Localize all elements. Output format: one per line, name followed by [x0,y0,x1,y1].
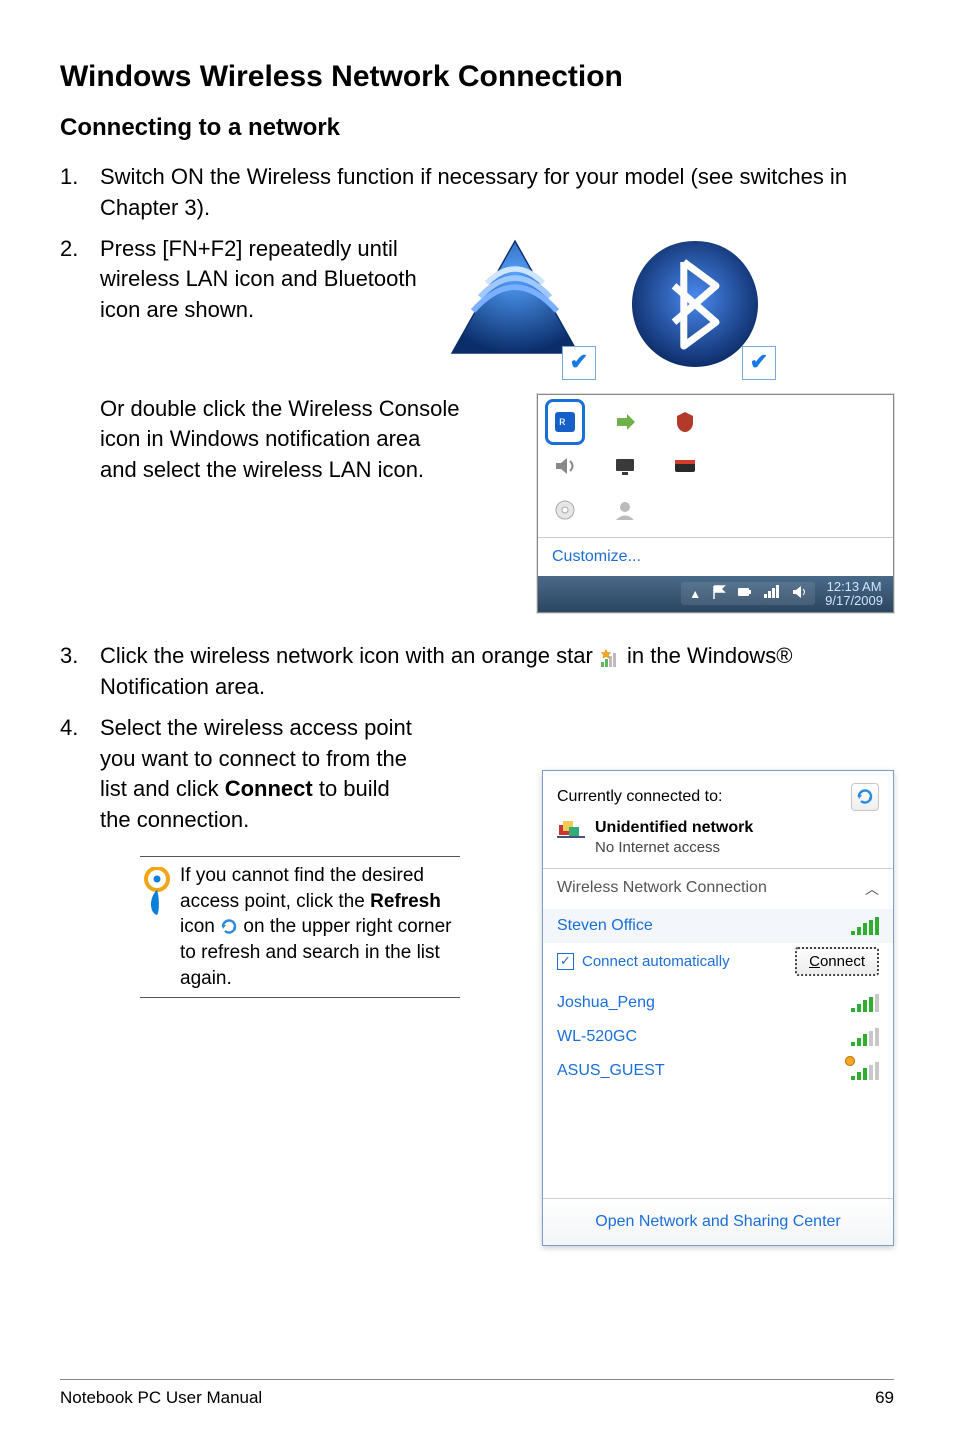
wifi-ap-item[interactable]: WL-520GC [543,1020,893,1054]
usb-tray-icon[interactable] [610,407,640,437]
signal-strength-icon [851,1028,879,1046]
step-3-text: Click the wireless network icon with an … [100,641,894,703]
connect-button[interactable]: Connect [795,947,879,976]
sound-tray-icon[interactable] [791,584,807,603]
bluetooth-enabled-icon: ✔ [620,234,770,374]
tip-callout: If you cannot find the desired access po… [140,856,460,998]
step-1: 1. Switch ON the Wireless function if ne… [60,162,894,224]
step-4-text: Select the wireless access point you wan… [100,713,420,836]
volume-tray-icon[interactable] [550,451,580,481]
step-2: 2. Press [FN+F2] repeatedly until wirele… [60,234,894,374]
power-tray-icon[interactable] [737,585,753,602]
page-number: 69 [875,1388,894,1408]
step-3-number: 3. [60,641,100,703]
wifi-ap-item[interactable]: ASUS_GUEST [543,1054,893,1088]
tip-text: If you cannot find the desired access po… [180,863,460,991]
open-network-center-link[interactable]: Open Network and Sharing Center [543,1198,893,1245]
tip-icon [140,863,180,991]
taskbar-clock[interactable]: 12:13 AM 9/17/2009 [825,580,883,609]
signal-strength-locked-icon [851,1062,879,1080]
step-2-number: 2. [60,234,100,374]
app-redbar-tray-icon[interactable] [670,451,700,481]
signal-strength-icon [851,917,879,935]
refresh-inline-icon [220,918,238,936]
wifi-ap-name: Joshua_Peng [557,994,655,1012]
network-tray-icon[interactable] [763,584,781,603]
refresh-button[interactable] [851,783,879,811]
footer-title: Notebook PC User Manual [60,1388,262,1408]
clock-time: 12:13 AM [825,580,883,594]
chevron-up-icon[interactable]: ︿ [865,879,879,899]
wifi-ap-name: WL-520GC [557,1028,637,1046]
wireless-orange-star-icon [599,647,621,667]
signal-strength-icon [851,994,879,1012]
flag-tray-icon[interactable] [711,584,727,603]
customize-link[interactable]: Customize... [538,537,893,576]
step-4-number: 4. [60,713,100,836]
check-badge-icon: ✔ [562,346,596,380]
show-hidden-icon[interactable]: ▲ [689,587,701,601]
wireless-network-panel: Currently connected to: Unidentified net… [542,770,894,1246]
step-1-text: Switch ON the Wireless function if neces… [100,162,894,224]
step-2-text: Press [FN+F2] repeatedly until wireless … [100,234,440,326]
notification-overflow-panel: Customize... ▲ [537,394,894,614]
step-2b-text: Or double click the Wireless Console ico… [100,394,460,486]
check-badge-icon: ✔ [742,346,776,380]
page-subheading: Connecting to a network [60,114,894,142]
step-3: 3. Click the wireless network icon with … [60,641,894,703]
connected-to-label: Currently connected to: [557,788,722,806]
step-1-number: 1. [60,162,100,224]
network-status: No Internet access [595,839,879,856]
wlan-enabled-icon: ✔ [440,234,590,374]
security-tray-icon[interactable] [670,407,700,437]
disc-tray-icon[interactable] [550,495,580,525]
clock-date: 9/17/2009 [825,594,883,608]
page-footer: Notebook PC User Manual 69 [60,1379,894,1408]
wifi-ap-name: Steven Office [557,917,653,935]
wifi-ap-name: ASUS_GUEST [557,1062,665,1080]
wireless-console-icon[interactable] [550,407,580,437]
connect-automatically-checkbox[interactable]: ✓ Connect automatically [557,953,730,970]
network-name: Unidentified network [595,819,753,837]
taskbar: ▲ [538,576,893,613]
wireless-section-label: Wireless Network Connection [557,879,767,899]
user-tray-icon[interactable] [610,495,640,525]
wifi-ap-item[interactable]: Steven Office [543,909,893,943]
connect-automatically-label: Connect automatically [582,953,730,970]
wifi-ap-item[interactable]: Joshua_Peng [543,986,893,1020]
monitor-tray-icon[interactable] [610,451,640,481]
network-category-icon [557,817,585,839]
page-heading: Windows Wireless Network Connection [60,60,894,94]
